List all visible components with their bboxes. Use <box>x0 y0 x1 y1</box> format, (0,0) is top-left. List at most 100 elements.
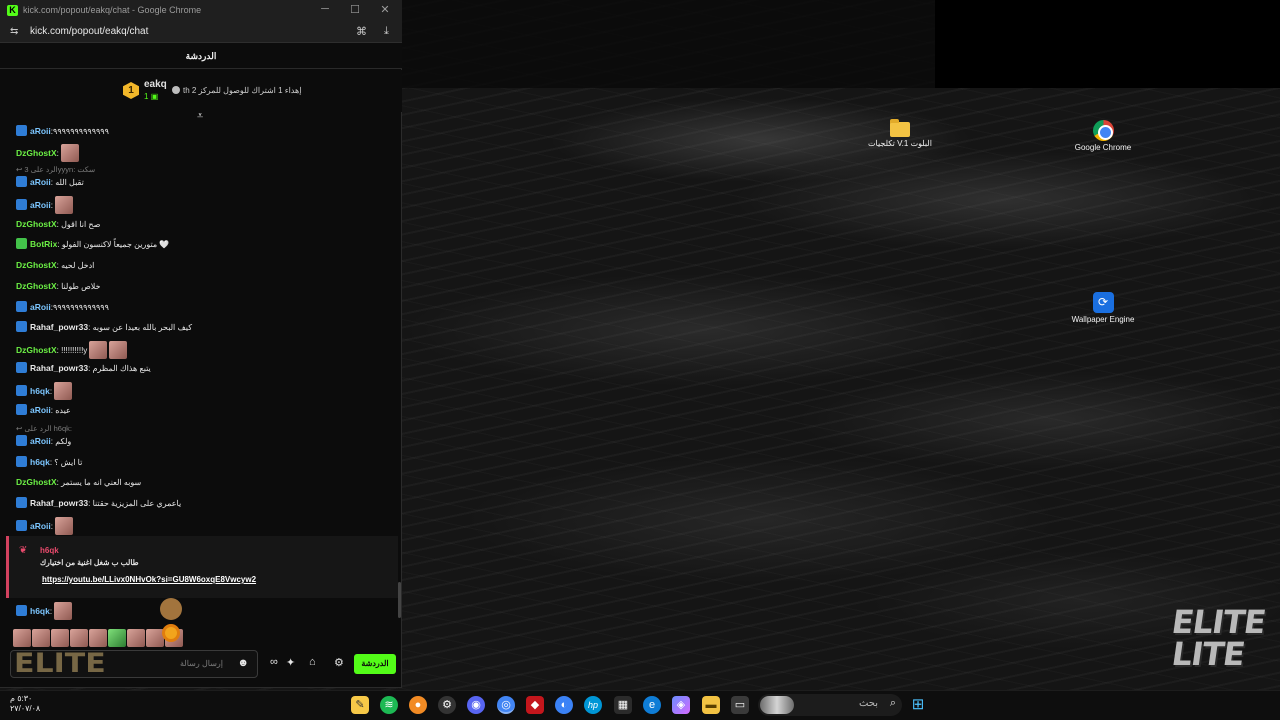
url-text[interactable]: kick.com/popout/eakq/chat <box>30 26 148 37</box>
minimize-button[interactable]: ─ <box>318 3 332 15</box>
settings-gear-icon[interactable]: ⚙ <box>438 696 456 714</box>
site-info-icon[interactable]: ⇆ <box>10 26 18 37</box>
chat-message: aRoii: <box>16 196 74 214</box>
emoji-picker-icon[interactable]: ☻ <box>237 657 249 669</box>
download-icon[interactable]: ⤓ <box>384 25 389 38</box>
kick-favicon: K <box>7 5 18 16</box>
chat-settings-gear-icon[interactable]: ⚙ <box>334 656 344 669</box>
chat-username[interactable]: DzGhostX <box>16 219 57 229</box>
hp-icon[interactable]: hp <box>584 696 602 714</box>
discord-icon[interactable]: ◉ <box>467 696 485 714</box>
taskbar <box>0 690 1280 720</box>
chat-message-text: : سوبه العني انه ما يستمر <box>56 478 142 487</box>
chat-message: DzGhostX: !!!!!!!!!!y <box>16 341 128 359</box>
chat-username[interactable]: BotRix <box>30 239 57 249</box>
chat-username[interactable]: aRoii <box>30 302 51 312</box>
close-button[interactable]: ✕ <box>378 3 392 16</box>
chat-message-text: : صح انا اقول <box>56 220 101 229</box>
chat-username[interactable]: h6qk <box>30 386 50 396</box>
clock-date: ٢٧/٠٧/٠٨ <box>10 704 41 713</box>
collapse-filter-icon[interactable]: ⩡ <box>197 110 203 123</box>
emote <box>55 517 74 535</box>
moderator-badge-icon <box>16 362 27 373</box>
translate-icon[interactable]: ⌘ <box>356 25 367 38</box>
chrome-taskbar-icon[interactable]: ◎ <box>497 696 515 714</box>
window-title: kick.com/popout/eakq/chat - Google Chrom… <box>23 5 202 15</box>
infinity-icon[interactable]: ∞ <box>270 656 278 668</box>
chat-message-text: : خلاص طولنا <box>56 282 101 291</box>
left-watermark-logo: ELITE <box>14 647 106 680</box>
edge-icon[interactable]: e <box>643 696 661 714</box>
maximize-button[interactable]: ☐ <box>348 3 362 16</box>
chat-message-text: : <box>50 522 54 531</box>
desktop-icon-chrome[interactable]: Google Chrome <box>1068 120 1138 153</box>
taskbar-search[interactable]: بحث ⌕ <box>758 694 902 716</box>
wallpaper-engine-icon: ⟳ <box>1092 292 1114 313</box>
chat-username[interactable]: h6qk <box>30 457 50 467</box>
chat-header-title: الدردشة <box>0 43 402 69</box>
chat-username[interactable]: DzGhostX <box>16 148 57 158</box>
chat-message: DzGhostX: صح انا اقول <box>16 217 100 231</box>
desktop-icon-folder[interactable]: تكلجيات V.1 البلوت <box>865 119 935 149</box>
chat-username[interactable]: DzGhostX <box>16 281 57 291</box>
desktop-icon-wallpaper-engine[interactable]: ⟳ Wallpaper Engine <box>1068 292 1138 325</box>
emote <box>127 629 145 647</box>
shield-icon[interactable]: ◆ <box>526 696 544 714</box>
search-icon: ⌕ <box>889 697 896 709</box>
chat-message-text: : ولكم <box>50 437 72 446</box>
copilot-icon[interactable]: ◈ <box>672 696 690 714</box>
moderator-badge-icon <box>16 176 27 187</box>
chat-message-text: : متورين جميعاً لاكنسون الفولو 🤍 <box>57 240 170 249</box>
chat-username[interactable]: DzGhostX <box>16 477 57 487</box>
chat-message: aRoii: ولكم <box>16 434 71 448</box>
pinned-username: eakq <box>144 79 167 90</box>
emote <box>54 602 73 620</box>
chat-username[interactable]: aRoii <box>30 405 51 415</box>
chat-username[interactable]: aRoii <box>30 200 51 210</box>
highlight-username[interactable]: h6qk <box>40 546 59 555</box>
elite-watermark-logo: ELITE LITE <box>1169 603 1268 673</box>
windows-start-icon[interactable]: ⊞ <box>909 696 927 714</box>
chat-username[interactable]: Rahaf_powr33 <box>30 363 88 373</box>
chat-message: h6qk: <box>16 382 73 400</box>
chat-username[interactable]: Rahaf_powr33 <box>30 322 88 332</box>
moderator-badge-icon <box>16 321 27 332</box>
spotify-icon[interactable]: ≋ <box>380 696 398 714</box>
chat-username[interactable]: aRoii <box>30 126 51 136</box>
chat-message: Rahaf_powr33: ياعمري على المزيزية حقتنا <box>16 496 181 510</box>
chat-username[interactable]: aRoii <box>30 436 51 446</box>
chat-username[interactable]: DzGhostX <box>16 260 57 270</box>
taskbar-clock[interactable]: ٥:٣٠ م ٢٧/٠٧/٠٨ <box>10 694 40 714</box>
sparkle-icon[interactable]: ✦ <box>286 656 295 669</box>
chat-message: aRoii:٩٩٩٩٩٩٩٩٩٩٩٩٩ <box>16 124 109 138</box>
key-sticker-overlay <box>156 598 186 650</box>
store-icon[interactable]: ▦ <box>614 696 632 714</box>
highlight-link[interactable]: https://youtu.be/LLivx0NHvOk?si=GU8W6oxq… <box>42 575 256 584</box>
chat-message: aRoii: عيده <box>16 403 71 417</box>
store-gift-icon[interactable]: ⌂ <box>309 656 316 668</box>
chat-username[interactable]: h6qk <box>30 606 50 616</box>
emote <box>13 629 31 647</box>
chat-message-text: : <box>56 149 59 158</box>
pinned-text: th إهداء 1 اشتراك للوصول للمركز 2 <box>172 86 301 95</box>
chat-username[interactable]: DzGhostX <box>16 345 57 355</box>
chat-message: Rahaf_powr33: يتبع هذاك المظرم <box>16 361 151 375</box>
app-icon-blue[interactable]: ◐ <box>555 696 573 714</box>
emote <box>109 341 128 359</box>
chat-username[interactable]: Rahaf_powr33 <box>30 498 88 508</box>
moderator-badge-icon <box>16 605 27 616</box>
emote <box>60 144 79 162</box>
chat-username[interactable]: aRoii <box>30 521 51 531</box>
emote <box>54 382 73 400</box>
chat-send-button[interactable]: الدردشة <box>354 654 396 674</box>
file-explorer-icon[interactable]: ▬ <box>702 696 720 714</box>
task-view-icon[interactable]: ▭ <box>731 696 749 714</box>
chat-message-text: : ادخل لحيه <box>56 261 95 270</box>
chat-username[interactable]: aRoii <box>30 177 51 187</box>
sticky-notes-icon[interactable]: ✎ <box>351 696 369 714</box>
chat-scrollbar-thumb[interactable] <box>398 582 401 618</box>
address-bar[interactable]: ⇆ kick.com/popout/eakq/chat ⌘ ⤓ <box>0 22 402 43</box>
folder-icon <box>890 119 910 137</box>
app-icon-orange[interactable]: ● <box>409 696 427 714</box>
window-titlebar[interactable]: K kick.com/popout/eakq/chat - Google Chr… <box>0 0 402 22</box>
